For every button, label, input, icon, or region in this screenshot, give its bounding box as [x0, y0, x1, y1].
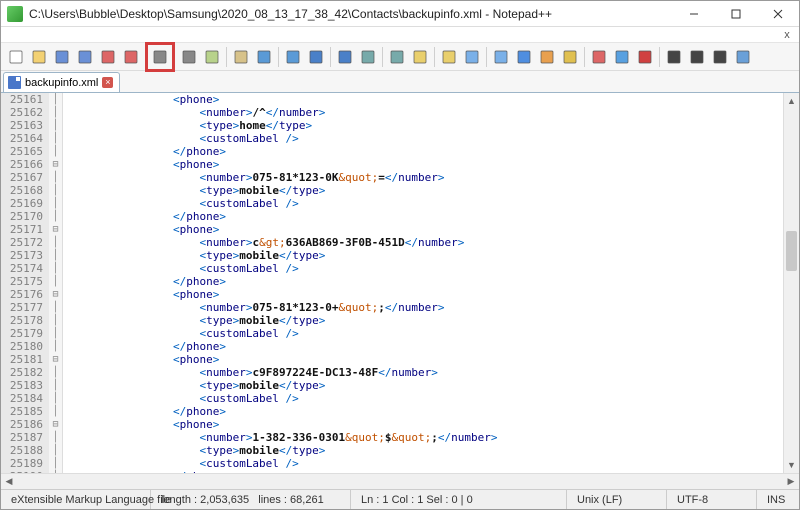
print-button[interactable] — [149, 46, 171, 68]
scroll-up-icon[interactable]: ▲ — [784, 93, 799, 109]
tab-close-icon[interactable]: × — [102, 77, 113, 88]
stop-button[interactable] — [663, 46, 685, 68]
toolbar-separator — [584, 47, 585, 67]
find-button[interactable] — [305, 46, 327, 68]
menu-bar: x — [1, 27, 799, 43]
scroll-track-h[interactable] — [17, 474, 783, 489]
code-editor[interactable]: <phone> <number>/^</number> <type>home</… — [63, 93, 783, 473]
paste-button[interactable] — [230, 46, 252, 68]
menubar-close-icon[interactable]: x — [775, 27, 799, 42]
status-encoding[interactable]: UTF-8 — [667, 490, 757, 509]
monitor-button[interactable] — [611, 46, 633, 68]
fold-gutter[interactable]: │││││⊟││││⊟││││⊟││││⊟││││⊟││││⊟││ — [49, 93, 63, 473]
play-multi-button[interactable] — [709, 46, 731, 68]
redo-button[interactable] — [282, 46, 304, 68]
toolbar-separator — [330, 47, 331, 67]
editor-area: 2516125162251632516425165251662516725168… — [1, 93, 799, 473]
new-file-button[interactable] — [5, 46, 27, 68]
save-button[interactable] — [51, 46, 73, 68]
status-eol[interactable]: Unix (LF) — [567, 490, 667, 509]
zoom-out-button[interactable] — [386, 46, 408, 68]
toolbar-separator — [145, 47, 146, 67]
window-title: C:\Users\Bubble\Desktop\Samsung\2020_08_… — [29, 7, 673, 21]
status-length: length : 2,053,635 — [161, 494, 249, 506]
scroll-track[interactable] — [784, 109, 799, 457]
app-window: C:\Users\Bubble\Desktop\Samsung\2020_08_… — [0, 0, 800, 510]
macro-save-button[interactable] — [732, 46, 754, 68]
record-button[interactable] — [634, 46, 656, 68]
word-wrap-button[interactable] — [461, 46, 483, 68]
tab-label: backupinfo.xml — [25, 77, 98, 89]
titlebar: C:\Users\Bubble\Desktop\Samsung\2020_08_… — [1, 1, 799, 27]
zoom-in-button[interactable] — [357, 46, 379, 68]
xml-file-icon — [8, 76, 21, 89]
sync-h-button[interactable] — [438, 46, 460, 68]
toolbar-separator — [226, 47, 227, 67]
copy-button[interactable] — [201, 46, 223, 68]
fold-toggle-button[interactable] — [536, 46, 558, 68]
save-all-button[interactable] — [74, 46, 96, 68]
scroll-thumb[interactable] — [786, 231, 797, 271]
status-insert-mode[interactable]: INS — [757, 490, 799, 509]
horizontal-scrollbar[interactable]: ◀ ▶ — [1, 473, 799, 489]
undo-button[interactable] — [253, 46, 275, 68]
scroll-right-icon[interactable]: ▶ — [783, 474, 799, 489]
replace-button[interactable] — [334, 46, 356, 68]
scroll-down-icon[interactable]: ▼ — [784, 457, 799, 473]
vertical-scrollbar[interactable]: ▲ ▼ — [783, 93, 799, 473]
play-button[interactable] — [686, 46, 708, 68]
status-position: Ln : 1 Col : 1 Sel : 0 | 0 — [351, 490, 567, 509]
status-lines: lines : 68,261 — [258, 494, 323, 506]
cut-button[interactable] — [178, 46, 200, 68]
toolbar-separator — [659, 47, 660, 67]
show-all-button[interactable] — [490, 46, 512, 68]
toolbar-separator — [174, 47, 175, 67]
status-filetype: eXtensible Markup Language file — [1, 490, 151, 509]
tab-backupinfo[interactable]: backupinfo.xml × — [3, 72, 120, 92]
doc-map-button[interactable] — [559, 46, 581, 68]
line-number-gutter: 2516125162251632516425165251662516725168… — [1, 93, 49, 473]
close-button[interactable] — [97, 46, 119, 68]
scroll-left-icon[interactable]: ◀ — [1, 474, 17, 489]
close-all-button[interactable] — [120, 46, 142, 68]
maximize-button[interactable] — [715, 1, 757, 27]
toolbar-separator — [382, 47, 383, 67]
tab-bar: backupinfo.xml × — [1, 71, 799, 93]
toolbar — [1, 43, 799, 71]
minimize-button[interactable] — [673, 1, 715, 27]
indent-guide-button[interactable] — [513, 46, 535, 68]
func-list-button[interactable] — [588, 46, 610, 68]
status-length-lines: length : 2,053,635 lines : 68,261 — [151, 490, 351, 509]
toolbar-separator — [486, 47, 487, 67]
open-file-button[interactable] — [28, 46, 50, 68]
toolbar-separator — [434, 47, 435, 67]
toolbar-separator — [278, 47, 279, 67]
notepadpp-icon — [7, 6, 23, 22]
close-button[interactable] — [757, 1, 799, 27]
sync-v-button[interactable] — [409, 46, 431, 68]
status-bar: eXtensible Markup Language file length :… — [1, 489, 799, 509]
